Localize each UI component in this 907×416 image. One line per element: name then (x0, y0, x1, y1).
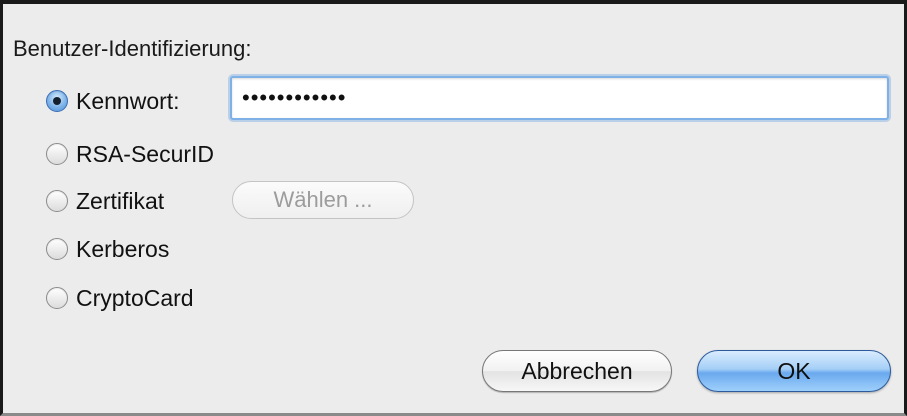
rsa-securid-radio[interactable] (46, 143, 68, 165)
password-option-label[interactable]: Kennwort: (76, 87, 180, 115)
authentication-dialog: Benutzer-Identifizierung: Kennwort: ••••… (0, 0, 907, 416)
rsa-securid-option-label[interactable]: RSA-SecurID (76, 140, 214, 168)
option-cryptocard[interactable]: CryptoCard (46, 283, 194, 313)
radio-selected-dot-icon (53, 97, 61, 105)
option-password[interactable]: Kennwort: (46, 86, 180, 116)
cryptocard-radio[interactable] (46, 287, 68, 309)
certificate-option-label[interactable]: Zertifikat (76, 187, 164, 215)
certificate-radio[interactable] (46, 190, 68, 212)
ok-button[interactable]: OK (697, 350, 891, 392)
kerberos-option-label[interactable]: Kerberos (76, 235, 169, 263)
password-radio[interactable] (46, 90, 68, 112)
option-certificate[interactable]: Zertifikat (46, 186, 164, 216)
user-identification-heading: Benutzer-Identifizierung: (13, 36, 252, 61)
cryptocard-option-label[interactable]: CryptoCard (76, 284, 194, 312)
password-input[interactable]: •••••••••••• (230, 76, 889, 120)
option-rsa-securid[interactable]: RSA-SecurID (46, 139, 214, 169)
cancel-button[interactable]: Abbrechen (482, 350, 672, 392)
choose-certificate-button[interactable]: Wählen ... (232, 181, 414, 219)
kerberos-radio[interactable] (46, 238, 68, 260)
option-kerberos[interactable]: Kerberos (46, 234, 169, 264)
